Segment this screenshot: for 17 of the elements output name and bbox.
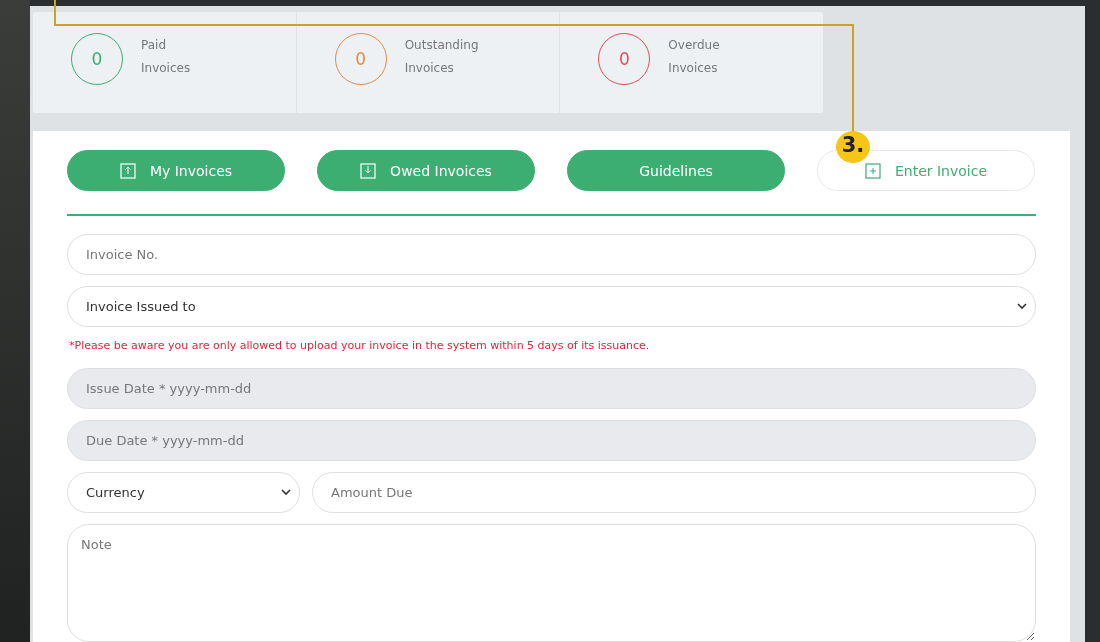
chevron-icon bbox=[281, 489, 291, 496]
plus-icon bbox=[864, 162, 881, 179]
tab[interactable]: My Invoices bbox=[67, 150, 285, 191]
warning-text: *Please be aware you are only allowed to upload your invoice in the system within 5 days of its issuance. bbox=[68, 339, 651, 352]
upload-icon bbox=[119, 162, 136, 179]
stat-label: Overdue Invoices bbox=[668, 36, 721, 77]
download-icon bbox=[360, 162, 377, 179]
currency-select[interactable]: Currency bbox=[67, 472, 300, 513]
invoice-number-field[interactable]: Invoice No. bbox=[67, 234, 1036, 275]
note-field[interactable]: Note bbox=[67, 524, 1036, 642]
stat-label: Outstanding Invoices bbox=[404, 36, 480, 77]
amount-field[interactable]: Amount Due bbox=[312, 472, 1036, 513]
chevron-icon bbox=[1017, 303, 1027, 310]
tab[interactable]: Guidelines bbox=[567, 150, 785, 191]
issued-to-select[interactable]: Invoice Issued to bbox=[67, 286, 1036, 327]
stat-label: Paid Invoices bbox=[141, 36, 192, 77]
tab[interactable]: Owed Invoices bbox=[317, 150, 535, 191]
